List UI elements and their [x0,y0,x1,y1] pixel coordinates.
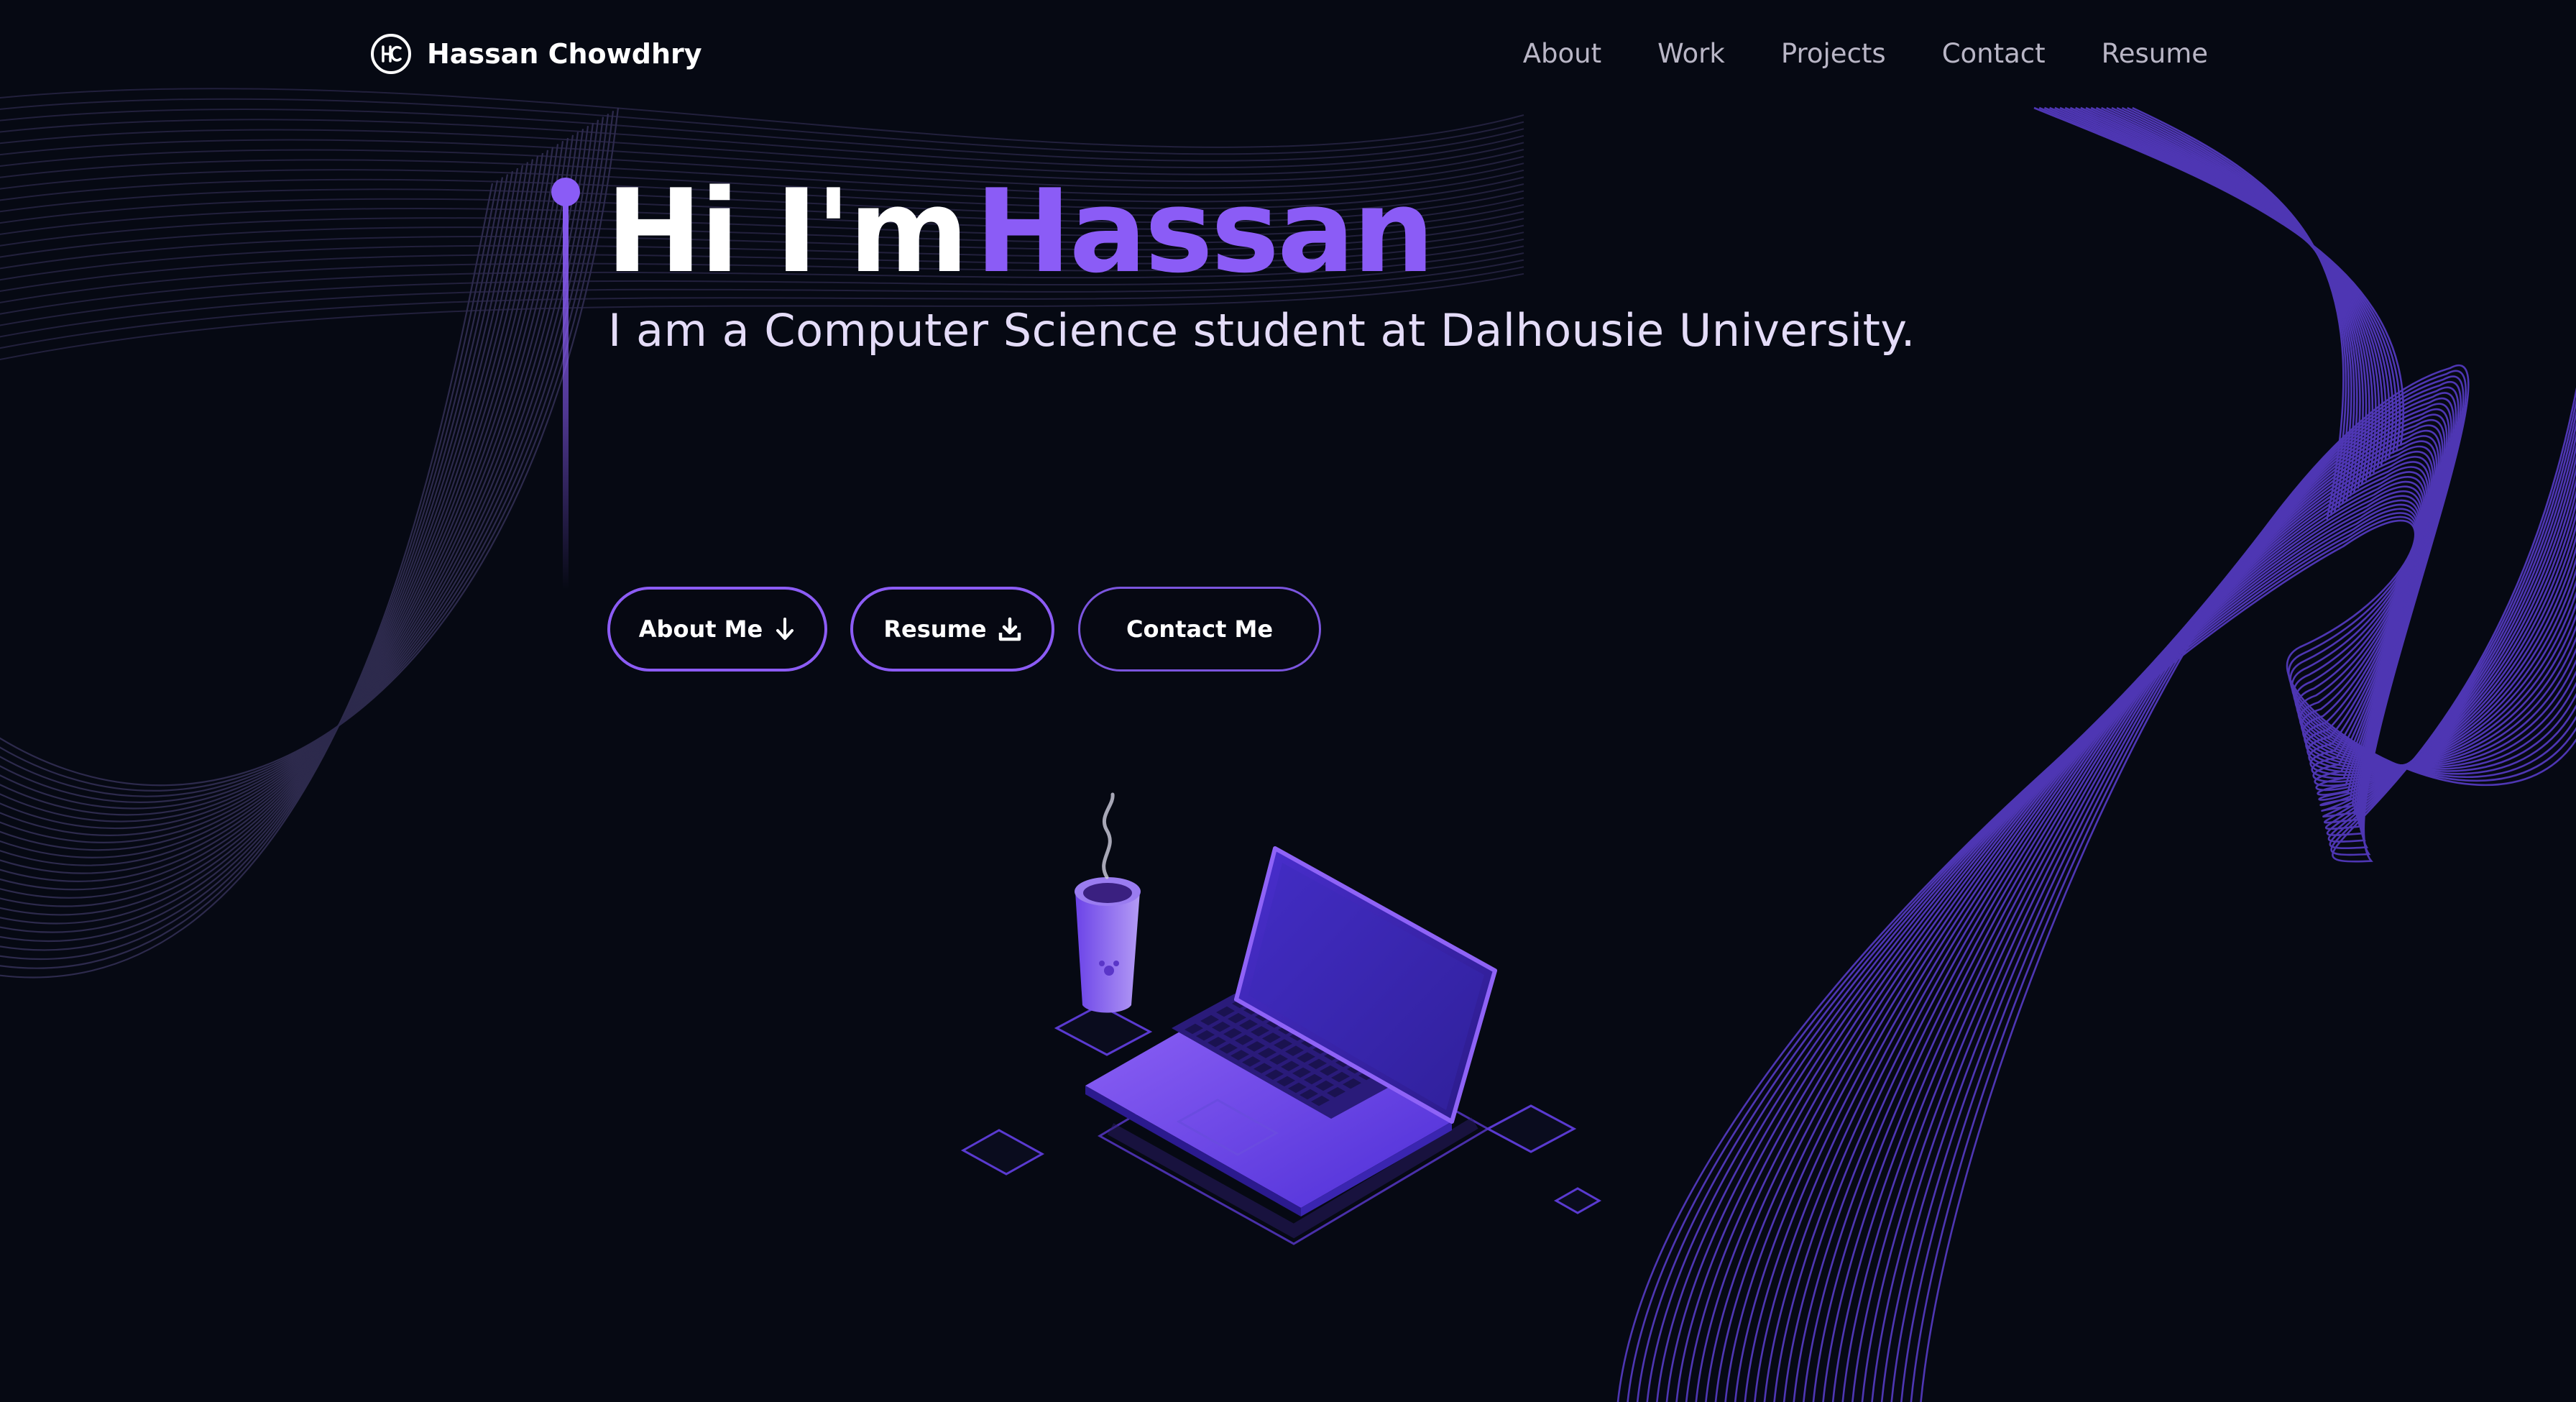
nav-link-work[interactable]: Work [1657,38,1725,69]
hero-title: Hi I'mHassan [606,164,1435,298]
wave-line [1861,397,2576,1402]
resume-button[interactable]: Resume [850,587,1054,672]
nav-link-projects[interactable]: Projects [1781,38,1886,69]
laptop-illustration [960,792,1602,1245]
wave-line [0,122,594,816]
about-me-button-label: About Me [638,615,763,643]
wave-line [1724,471,2576,1402]
wave-line [1852,403,2576,1402]
site-header: Hassan Chowdhry About Work Projects Cont… [0,0,2576,108]
hero-title-name: Hassan [975,164,1435,298]
wave-line [1910,370,2576,1402]
wave-line [1822,418,2576,1402]
resume-button-label: Resume [883,615,987,643]
wave-line [1616,519,2576,1402]
wave-line [1803,429,2576,1402]
nav-link-resume[interactable]: Resume [2102,38,2208,69]
nav-link-about[interactable]: About [1523,38,1601,69]
floor-tile-right [1485,1104,1577,1153]
wave-line [2121,106,2350,513]
wave-line [0,162,529,916]
about-me-button[interactable]: About Me [607,587,827,672]
wave-line [1831,413,2576,1402]
contact-me-button-label: Contact Me [1126,615,1274,643]
wave-line [1646,508,2576,1402]
steam-icon [1102,792,1115,879]
wave-line [1890,381,2576,1402]
download-icon [998,617,1021,641]
hero-subtitle: I am a Computer Science student at Dalho… [608,304,1915,357]
wave-line [1812,424,2576,1402]
wave-line [0,144,559,866]
wave-line [0,180,499,969]
wave-line [1637,512,2576,1402]
floor-tile-left [960,1129,1045,1176]
wave-line [1841,408,2576,1402]
page: Hassan Chowdhry About Work Projects Cont… [0,0,2576,1402]
wave-line [1627,516,2576,1402]
wave-line [1900,375,2576,1402]
wave-line [1685,490,2576,1402]
wave-line [0,129,584,830]
wave-line [1773,445,2576,1402]
contact-me-button[interactable]: Contact Me [1078,587,1321,672]
brand-name: Hassan Chowdhry [427,38,702,70]
wave-line [1705,480,2576,1402]
floor-tile-small [1553,1187,1602,1214]
wave-line [1871,392,2576,1402]
brand-link[interactable]: Hassan Chowdhry [369,30,702,78]
timeline-line [563,201,569,590]
main-nav: About Work Projects Contact Resume [1523,32,2208,75]
wave-line [1920,365,2576,1402]
arrow-down-icon [776,618,794,640]
wave-line [1754,456,2576,1402]
coffee-cup [1075,892,1140,1013]
wave-line [1880,386,2576,1402]
wave-line [0,137,569,851]
wave-line [1714,476,2576,1402]
hero-title-prefix: Hi I'm [606,164,969,298]
hc-monogram-icon [371,34,411,74]
nav-link-contact[interactable]: Contact [1942,38,2046,69]
wave-line [1744,461,2576,1402]
wave-line [1763,451,2576,1402]
wave-line [1695,485,2576,1402]
wave-line [1675,495,2576,1402]
